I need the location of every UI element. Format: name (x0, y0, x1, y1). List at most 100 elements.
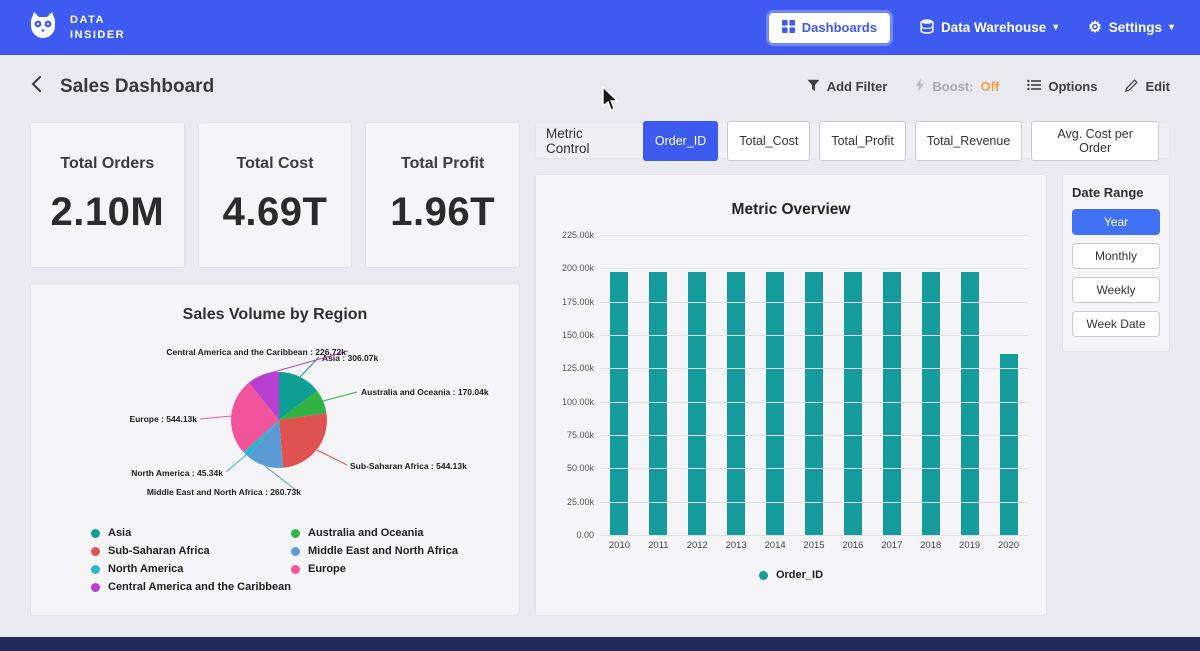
metric-button-total-revenue[interactable]: Total_Revenue (915, 121, 1022, 161)
kpi-card-total-orders: Total Orders 2.10M (30, 122, 185, 268)
x-tick-label: 2015 (795, 540, 834, 551)
pie-label-central-america-and-the-caribbean: Central America and the Caribbean : 226.… (166, 347, 346, 357)
bar-2017[interactable] (883, 272, 901, 535)
boost-state: Off (981, 79, 1000, 94)
filter-funnel-icon (807, 79, 820, 95)
metric-buttons: Order_IDTotal_CostTotal_ProfitTotal_Reve… (643, 121, 1159, 161)
date-range-button-weekly[interactable]: Weekly (1072, 277, 1160, 303)
x-tick-label: 2020 (989, 540, 1028, 551)
pie-legend-item-australia-and-oceania[interactable]: Australia and Oceania (291, 527, 491, 539)
add-filter-button[interactable]: Add Filter (807, 79, 888, 95)
metric-button-order-id[interactable]: Order_ID (643, 121, 718, 161)
bar-2019[interactable] (961, 272, 979, 535)
dashboards-grid-icon (782, 20, 795, 36)
pie-slice-sub-saharan-africa[interactable] (279, 413, 327, 468)
data-warehouse-menu[interactable]: Data Warehouse ▾ (920, 19, 1058, 37)
x-tick-label: 2016 (833, 540, 872, 551)
kpi-card-total-profit: Total Profit 1.96T (365, 122, 520, 268)
brand: DATA INSIDER (26, 10, 125, 45)
bar-2014[interactable] (766, 272, 784, 535)
metric-button-avg-cost-per-order[interactable]: Avg. Cost per Order (1031, 121, 1159, 161)
bar-2010[interactable] (610, 272, 628, 535)
pie-chart-card: Sales Volume by Region Asia : 306.07kAus… (30, 283, 520, 616)
bar-chart: 0.0025.00k50.00k75.00k100.00k125.00k150.… (554, 235, 1028, 535)
bar-2011[interactable] (649, 272, 667, 535)
brand-name: DATA INSIDER (70, 13, 125, 43)
gridline (600, 235, 1028, 236)
x-tick-label: 2012 (678, 540, 717, 551)
y-tick-label: 125.00k (562, 363, 594, 373)
dashboards-button[interactable]: Dashboards (769, 13, 890, 43)
legend-column: Australia and Oceania Middle East and Nor… (291, 527, 491, 593)
y-tick-label: 25.00k (567, 497, 594, 507)
pie-legend-item-middle-east-and-north-africa[interactable]: Middle East and North Africa (291, 545, 491, 557)
gridline (600, 535, 1028, 536)
kpi-card-total-cost: Total Cost 4.69T (198, 122, 353, 268)
pie-legend-item-north-america[interactable]: North America (91, 563, 291, 575)
gridline (600, 368, 1028, 369)
date-range-button-year[interactable]: Year (1072, 209, 1160, 235)
options-button[interactable]: Options (1027, 79, 1097, 94)
bar-chart-legend: Order_ID (554, 569, 1028, 581)
gridline (600, 468, 1028, 469)
right-column: Metric Control Order_IDTotal_CostTotal_P… (535, 122, 1170, 616)
list-icon (1027, 79, 1041, 94)
bar-2016[interactable] (844, 272, 862, 535)
bar-column (872, 235, 911, 535)
bar-2018[interactable] (922, 272, 940, 535)
pie-legend-item-asia[interactable]: Asia (91, 527, 291, 539)
kpi-value: 1.96T (390, 190, 495, 235)
bar-column (756, 235, 795, 535)
back-button[interactable] (30, 75, 42, 98)
y-tick-label: 50.00k (567, 463, 594, 473)
bar-plot (600, 235, 1028, 535)
navbar-actions: Dashboards Data Warehouse ▾ ⚙ Settings ▾ (769, 13, 1174, 43)
pie-legend-item-europe[interactable]: Europe (291, 563, 491, 575)
bar-2012[interactable] (688, 272, 706, 535)
pie-label-australia-and-oceania: Australia and Oceania : 170.04k (361, 387, 489, 397)
legend-dot (91, 583, 100, 592)
brand-line-2: INSIDER (70, 28, 125, 43)
chevron-down-icon: ▾ (1169, 22, 1174, 33)
bar-2013[interactable] (727, 272, 745, 535)
pie-legend-item-sub-saharan-africa[interactable]: Sub-Saharan Africa (91, 545, 291, 557)
x-tick-label: 2013 (717, 540, 756, 551)
bar-yaxis: 0.0025.00k50.00k75.00k100.00k125.00k150.… (554, 235, 600, 535)
bar-series (600, 235, 1028, 535)
metric-button-total-profit[interactable]: Total_Profit (819, 121, 906, 161)
y-tick-label: 75.00k (567, 430, 594, 440)
kpi-value: 4.69T (223, 190, 328, 235)
date-range-card: Date Range YearMonthlyWeeklyWeek Date (1062, 174, 1170, 352)
bar-2015[interactable] (805, 272, 823, 535)
kpi-label: Total Cost (236, 155, 313, 173)
date-range-buttons: Year Monthly Weekly Week Date (1072, 209, 1160, 337)
boost-label: Boost: (932, 79, 973, 94)
settings-menu[interactable]: ⚙ Settings ▾ (1088, 20, 1174, 35)
lightning-bolt-icon (915, 78, 925, 95)
gridline (600, 335, 1028, 336)
legend-dot (291, 565, 300, 574)
bar-column (639, 235, 678, 535)
gridline (600, 435, 1028, 436)
gridline (600, 402, 1028, 403)
pie-label-north-america: North America : 45.34k (131, 468, 223, 478)
metric-button-total-cost[interactable]: Total_Cost (727, 121, 810, 161)
y-tick-label: 175.00k (562, 297, 594, 307)
y-tick-label: 100.00k (562, 397, 594, 407)
page-header-actions: Add Filter Boost: Off Options Edit (807, 78, 1170, 95)
pie-label-connector (200, 416, 231, 419)
boost-toggle[interactable]: Boost: Off (915, 78, 999, 95)
x-tick-label: 2017 (872, 540, 911, 551)
x-tick-label: 2010 (600, 540, 639, 551)
gridline (600, 502, 1028, 503)
pie-legend-item-central-america-and-the-caribbean[interactable]: Central America and the Caribbean (91, 581, 291, 593)
kpi-label: Total Profit (401, 155, 484, 173)
bar-2020[interactable] (1000, 354, 1018, 535)
y-tick-label: 225.00k (562, 230, 594, 240)
legend-column: Asia Sub-Saharan Africa North America Centr… (91, 527, 291, 593)
legend-dot (291, 547, 300, 556)
date-range-button-monthly[interactable]: Monthly (1072, 243, 1160, 269)
options-label: Options (1048, 79, 1097, 94)
date-range-button-week-date[interactable]: Week Date (1072, 311, 1160, 337)
edit-button[interactable]: Edit (1125, 79, 1170, 95)
